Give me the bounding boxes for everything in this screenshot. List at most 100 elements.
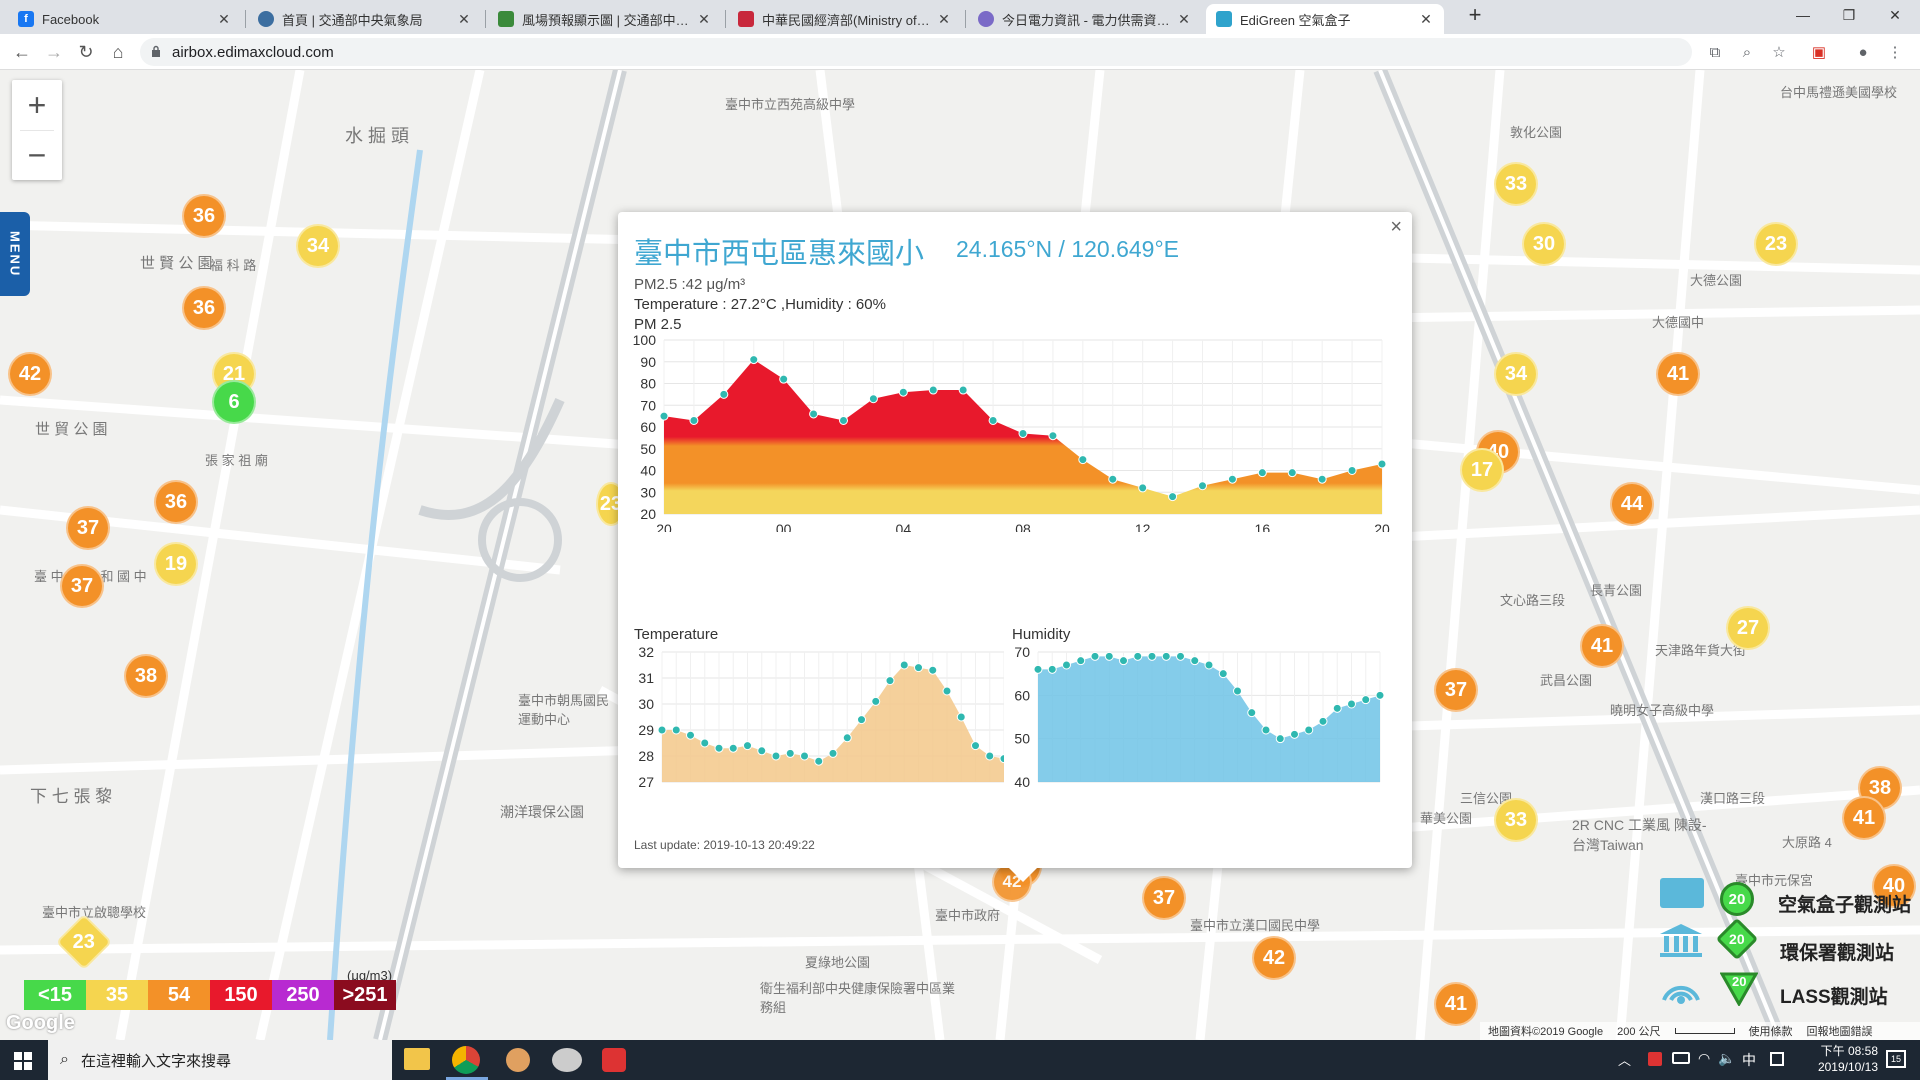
map-label: 臺中市立漢口國民中學 [1190,918,1321,933]
sensor-marker[interactable]: 6 [212,380,256,424]
tray-expand-icon[interactable]: ︿ [1618,1050,1631,1069]
sensor-marker[interactable]: 37 [1434,668,1478,712]
tab-moea[interactable]: 中華民國經濟部(Ministry of Econ ✕ [728,4,962,34]
sensor-marker[interactable]: 37 [60,564,104,608]
data-point [686,730,695,740]
clock-date: 2019/10/13 [1817,1060,1878,1074]
ime-indicator[interactable]: 中 [1742,1050,1756,1070]
wifi-icon[interactable]: ◠ [1698,1050,1710,1067]
volume-icon[interactable]: 🔈 [1718,1050,1735,1067]
extension-icon[interactable]: ▣ [1808,41,1830,63]
sensor-marker[interactable]: 34 [296,224,340,268]
data-point [779,374,789,384]
google-logo: Google [6,1012,75,1034]
back-arrow-icon[interactable]: ← [10,40,34,64]
tab-cwb-home[interactable]: 首頁 | 交通部中央氣象局 ✕ [248,4,482,34]
sensor-marker[interactable]: 19 [154,542,198,586]
close-tab-icon[interactable]: ✕ [1418,11,1434,28]
home-icon[interactable]: ⌂ [106,40,130,64]
data-point [728,743,738,753]
sensor-marker[interactable]: 41 [1580,624,1624,668]
app-icon[interactable] [552,1048,582,1072]
data-point [828,748,838,758]
sensor-marker[interactable]: 41 [1434,982,1478,1026]
x-tick-label: 12 [1135,521,1151,532]
data-point [1304,725,1314,735]
tab-title: 今日電力資訊 - 電力供需資訊 - 台 [1002,12,1170,28]
notification-center-icon[interactable]: 15 [1886,1050,1906,1068]
zoom-icon[interactable]: ⌕ [1736,41,1758,63]
data-point [988,415,998,425]
sensor-marker[interactable]: 27 [1726,606,1770,650]
data-point [1361,695,1371,705]
wind-map-icon [498,11,514,27]
data-point [1161,651,1171,661]
menu-dots-icon[interactable]: ⋮ [1884,41,1906,63]
bookmark-star-icon[interactable]: ☆ [1768,41,1790,63]
sensor-marker[interactable]: 41 [1656,352,1700,396]
tab-taipower[interactable]: 今日電力資訊 - 電力供需資訊 - 台 ✕ [968,4,1202,34]
chrome-icon[interactable] [452,1046,480,1074]
data-point [1275,734,1285,744]
sensor-marker[interactable]: 36 [182,194,226,238]
minimize-button[interactable]: — [1780,2,1826,28]
sensor-marker[interactable]: 30 [1522,222,1566,266]
new-tab-button[interactable]: + [1452,2,1498,28]
zoom-out-button[interactable]: − [12,131,62,180]
map-label: 敦化公園 [1510,125,1563,140]
forward-arrow-icon[interactable]: → [42,40,66,64]
y-tick-label: 40 [640,463,656,479]
terms-link[interactable]: 使用條款 [1749,1023,1793,1039]
close-tab-icon[interactable]: ✕ [216,11,232,28]
close-tab-icon[interactable]: ✕ [1176,11,1192,28]
data-point [1076,656,1086,666]
sensor-marker[interactable]: 33 [1494,162,1538,206]
account-icon[interactable]: ● [1852,41,1874,63]
tray-security-icon[interactable] [1648,1052,1662,1066]
tab-facebook[interactable]: f Facebook ✕ [8,4,242,34]
file-explorer-icon[interactable] [404,1048,430,1070]
sensor-marker[interactable]: 41 [1842,796,1886,840]
reload-icon[interactable]: ↻ [74,40,98,64]
sensor-marker[interactable]: 17 [1460,448,1504,492]
close-window-button[interactable]: ✕ [1872,2,1918,28]
sensor-marker[interactable]: 42 [1252,936,1296,980]
omnibox[interactable]: airbox.edimaxcloud.com [140,38,1692,66]
tab-title: EdiGreen 空氣盒子 [1240,12,1351,28]
sensor-marker[interactable]: 36 [182,286,226,330]
search-icon: ⌕ [60,1051,69,1068]
close-tab-icon[interactable]: ✕ [936,11,952,28]
sensor-marker[interactable]: 44 [1610,482,1654,526]
report-map-error-link[interactable]: 回報地圖錯誤 [1807,1023,1873,1039]
clock-time: 下午 08:58 [1820,1044,1878,1058]
sensor-marker[interactable]: 38 [124,654,168,698]
maximize-button[interactable]: ❐ [1826,2,1872,28]
data-point [749,355,759,365]
app-icon[interactable] [506,1048,530,1072]
translate-icon[interactable]: ⧉ [1704,41,1726,63]
battery-icon[interactable] [1672,1052,1690,1064]
sensor-marker[interactable]: 36 [154,480,198,524]
app-icon[interactable] [602,1048,626,1072]
sensor-marker[interactable]: 23 [1754,222,1798,266]
clock[interactable]: 下午 08:58 2019/10/13 [1794,1043,1878,1075]
wifi-signal-icon [1662,985,1700,1004]
sensor-marker[interactable]: 37 [66,506,110,550]
sensor-marker[interactable]: 37 [1142,876,1186,920]
sensor-marker[interactable]: 34 [1494,352,1538,396]
map-scale: 200 公尺 [1617,1026,1661,1038]
sensor-marker[interactable]: 42 [8,352,52,396]
menu-toggle-button[interactable]: MENU [0,212,30,296]
zoom-in-button[interactable]: + [12,80,62,130]
windows-start-icon[interactable] [14,1052,32,1070]
close-tab-icon[interactable]: ✕ [696,11,712,28]
y-tick-label: 32 [638,644,654,660]
popup-close-button[interactable]: × [1390,216,1402,239]
map-canvas[interactable]: 水 掘 頭 世 貿 公 園 世 賢 公 園 福 科 路 張 家 祖 廟 臺 中 … [0,70,1920,1040]
sensor-marker[interactable]: 33 [1494,798,1538,842]
taskbar-search-box[interactable]: ⌕ 在這裡輸入文字來搜尋 [48,1040,392,1080]
ime-mode-icon[interactable] [1770,1052,1784,1066]
close-tab-icon[interactable]: ✕ [456,11,472,28]
tab-wind-forecast[interactable]: 風場預報顯示圖 | 交通部中央氣象局 ✕ [488,4,722,34]
tab-edigreen[interactable]: EdiGreen 空氣盒子 ✕ [1206,4,1444,34]
